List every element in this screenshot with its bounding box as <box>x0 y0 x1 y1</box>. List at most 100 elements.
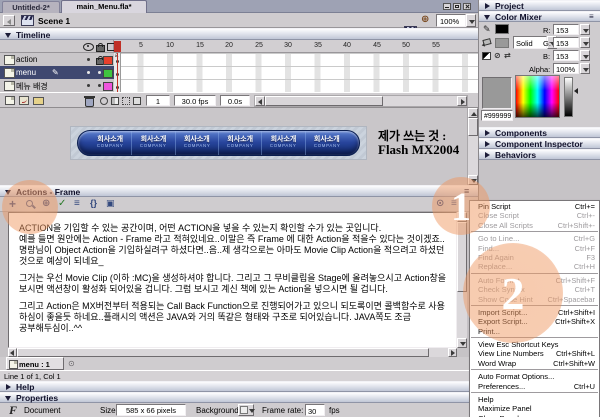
layer-row-action[interactable]: action <box>0 53 114 67</box>
scroll-right-button[interactable] <box>448 348 457 357</box>
insert-folder-button[interactable] <box>33 97 44 105</box>
edit-multiple-frames-button[interactable] <box>133 97 141 105</box>
fill-color-swatch[interactable] <box>495 38 509 48</box>
r-slider-button[interactable] <box>580 24 590 35</box>
menu-item-view-line-numbers[interactable]: View Line NumbersCtrl+Shift+L <box>470 349 599 358</box>
pin-tab-icon[interactable]: ⊙ <box>68 359 75 368</box>
onion-outline-button[interactable] <box>122 97 130 105</box>
scroll-left-button[interactable] <box>255 96 265 106</box>
tab-untitled[interactable]: Untitled-2* <box>2 1 60 13</box>
visibility-dot-icon[interactable] <box>87 58 90 61</box>
debug-options-button[interactable]: ▣ <box>106 199 115 208</box>
scroll-left-button[interactable] <box>8 348 17 357</box>
g-input[interactable]: 153 <box>553 37 579 48</box>
nav-button[interactable]: 회사소개COMPANY <box>176 131 219 155</box>
menu-item-help[interactable]: Help <box>470 395 599 404</box>
menu-graphic-strip[interactable]: 회사소개COMPANY 회사소개COMPANY 회사소개COMPANY 회사소개… <box>70 126 367 160</box>
nav-button[interactable]: 회사소개COMPANY <box>306 131 348 155</box>
scroll-down-button[interactable] <box>457 338 467 348</box>
nav-button[interactable]: 회사소개COMPANY <box>89 131 132 155</box>
lock-dot-icon[interactable] <box>98 84 101 87</box>
panel-options-icon[interactable]: ≡ <box>589 13 594 21</box>
swap-colors-icon[interactable]: ⇄ <box>504 52 511 60</box>
window-close-button[interactable] <box>463 3 471 10</box>
layer-color-chip[interactable] <box>103 56 113 65</box>
visibility-dot-icon[interactable] <box>87 71 90 74</box>
zoom-dropdown-button[interactable] <box>466 14 476 27</box>
menu-bar-graphic[interactable]: 회사소개COMPANY 회사소개COMPANY 회사소개COMPANY 회사소개… <box>77 130 360 156</box>
current-frame-box[interactable]: 1 <box>146 95 170 106</box>
stroke-color-swatch[interactable] <box>495 24 509 34</box>
hex-input[interactable]: #999999 <box>481 110 513 121</box>
onion-skin-button[interactable] <box>111 97 119 105</box>
layer-row-menu[interactable]: menu ✎ <box>0 66 114 80</box>
frame-grid[interactable]: a <box>114 53 478 92</box>
insert-layer-button[interactable] <box>5 96 15 105</box>
r-input[interactable]: 153 <box>553 24 579 35</box>
background-color-swatch[interactable] <box>238 404 254 416</box>
lock-dot-icon[interactable] <box>98 71 101 74</box>
g-slider-button[interactable] <box>580 37 590 48</box>
timeline-titlebar[interactable]: Timeline <box>0 28 478 40</box>
behaviors-panel-bar[interactable]: Behaviors <box>479 149 600 160</box>
script-tab-menu[interactable]: menu : 1 <box>6 357 64 370</box>
component-inspector-panel-bar[interactable]: Component Inspector <box>479 138 600 149</box>
edit-symbol-button[interactable]: ⊕ <box>421 15 429 25</box>
delete-layer-button[interactable] <box>84 95 95 107</box>
nav-button[interactable]: 회사소개COMPANY <box>219 131 262 155</box>
zoom-select[interactable]: 100% <box>436 14 466 27</box>
visibility-dot-icon[interactable] <box>87 84 90 87</box>
window-restore-button[interactable] <box>453 3 461 10</box>
alpha-slider-button[interactable] <box>580 63 590 74</box>
menu-item-auto-format-options[interactable]: Auto Format Options... <box>470 372 599 381</box>
show-hide-column-icon[interactable] <box>83 43 94 51</box>
auto-format-button[interactable]: ≡ <box>74 199 80 209</box>
stage-vscrollbar[interactable] <box>467 108 478 185</box>
window-minimize-button[interactable] <box>443 3 451 10</box>
timeline-hscrollbar[interactable] <box>254 95 468 107</box>
fill-style-select[interactable]: Solid <box>513 36 547 49</box>
menu-item-maximize-panel[interactable]: Maximize Panel <box>470 404 599 413</box>
stroke-pencil-icon[interactable]: ✎ <box>483 24 491 35</box>
no-color-icon[interactable]: ⊘ <box>494 52 501 60</box>
layer-row-bg[interactable]: 메뉴 배경 <box>0 79 114 93</box>
b-input[interactable]: 153 <box>553 50 579 61</box>
layer-color-chip[interactable] <box>103 69 113 78</box>
playhead[interactable] <box>114 41 121 52</box>
color-mixer-panel-bar[interactable]: Color Mixer ≡ <box>479 11 600 22</box>
brightness-slider[interactable] <box>564 77 573 117</box>
script-hscrollbar[interactable] <box>8 348 457 357</box>
scroll-up-button[interactable] <box>468 108 478 118</box>
center-frame-button[interactable] <box>100 97 108 105</box>
size-button[interactable]: 585 x 66 pixels <box>116 404 186 416</box>
check-syntax-button[interactable]: ✓ <box>58 199 66 209</box>
stage[interactable]: 회사소개COMPANY 회사소개COMPANY 회사소개COMPANY 회사소개… <box>0 108 467 185</box>
scroll-right-button[interactable] <box>457 96 467 106</box>
default-colors-icon[interactable] <box>482 52 491 60</box>
scroll-thumb[interactable] <box>265 96 383 106</box>
color-picker-gradient[interactable] <box>515 75 560 118</box>
scroll-thumb[interactable] <box>17 348 429 357</box>
frame-rate-input[interactable]: 30 <box>305 404 325 416</box>
menu-item-preferences[interactable]: Preferences...Ctrl+U <box>470 382 599 391</box>
menu-item-view-esc-shortcut-keys[interactable]: View Esc Shortcut Keys <box>470 340 599 349</box>
lock-column-icon[interactable] <box>96 45 105 52</box>
b-slider-button[interactable] <box>580 50 590 61</box>
actions-titlebar[interactable]: Actions - Frame ≡ <box>0 185 478 197</box>
add-motion-guide-button[interactable] <box>19 96 29 105</box>
nav-button[interactable]: 회사소개COMPANY <box>132 131 175 155</box>
components-panel-bar[interactable]: Components <box>479 127 600 138</box>
alpha-input[interactable]: 100% <box>553 63 579 74</box>
fill-bucket-icon[interactable] <box>482 38 491 46</box>
nav-button[interactable]: 회사소개COMPANY <box>262 131 305 155</box>
menu-item-word-wrap[interactable]: Word WrapCtrl+Shift+W <box>470 359 599 368</box>
layer-color-chip[interactable] <box>103 82 113 91</box>
show-code-hint-button[interactable]: {} <box>90 199 97 208</box>
back-button[interactable] <box>3 15 15 26</box>
frame-ruler[interactable]: 1 5 10 15 20 25 30 35 40 45 50 55 <box>114 40 478 53</box>
tab-main-menu[interactable]: main_Menu.fla* <box>61 0 147 13</box>
scene-label[interactable]: Scene 1 <box>38 16 70 26</box>
brightness-slider-marker[interactable] <box>574 88 578 94</box>
project-panel-bar[interactable]: Project <box>479 0 600 11</box>
frame-rate-box[interactable]: 30.0 fps <box>174 95 216 106</box>
